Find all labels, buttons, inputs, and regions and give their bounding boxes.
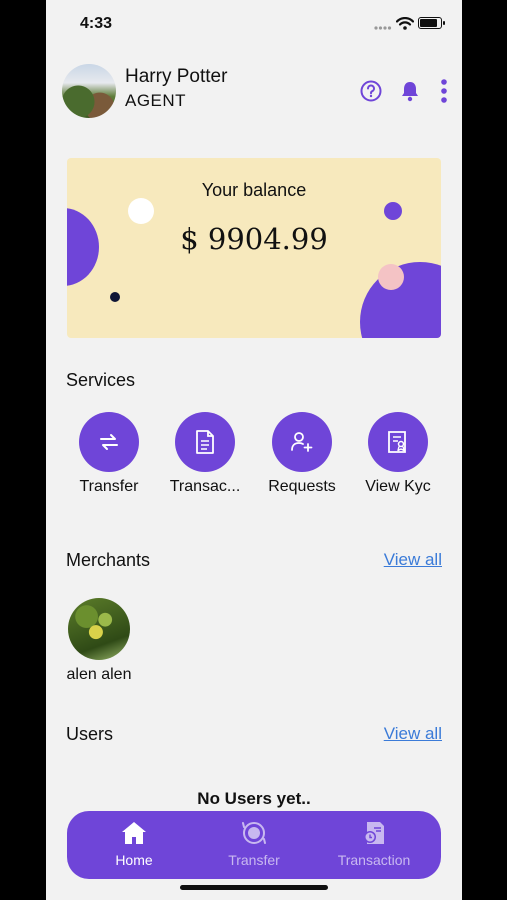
merchants-view-all-link[interactable]: View all bbox=[384, 550, 442, 570]
service-requests[interactable]: Requests bbox=[257, 412, 347, 496]
nav-transfer[interactable]: Transfer bbox=[194, 821, 314, 868]
nav-label: Transaction bbox=[337, 852, 411, 868]
balance-amount: $ 9904.99 bbox=[180, 222, 328, 256]
bell-icon[interactable] bbox=[400, 80, 420, 102]
users-empty-text: No Users yet.. bbox=[197, 789, 311, 808]
home-indicator bbox=[180, 885, 328, 890]
nav-label: Home bbox=[115, 852, 153, 868]
document-icon bbox=[196, 430, 214, 454]
user-role: AGENT bbox=[125, 91, 187, 110]
transfer-arrows-icon bbox=[100, 434, 118, 450]
nav-home[interactable]: Home bbox=[74, 821, 194, 868]
service-label: View Kyc bbox=[365, 478, 431, 495]
signal-icon bbox=[374, 26, 392, 30]
help-icon[interactable] bbox=[360, 80, 382, 102]
avatar[interactable] bbox=[62, 64, 116, 118]
wifi-icon bbox=[396, 17, 414, 30]
merchants-title: Merchants bbox=[66, 550, 151, 570]
transfer-coin-icon bbox=[242, 822, 266, 844]
transfer-button[interactable] bbox=[79, 412, 139, 472]
decor-circle bbox=[384, 202, 402, 220]
transaction-clock-icon bbox=[364, 822, 384, 844]
service-label: Requests bbox=[268, 478, 336, 495]
more-vertical-icon[interactable] bbox=[440, 78, 448, 104]
balance-card: Your balance $ 9904.99 bbox=[67, 158, 441, 338]
battery-icon bbox=[418, 17, 445, 29]
profile-header: Harry Potter AGENT bbox=[62, 64, 448, 120]
status-bar: 4:33 bbox=[46, 0, 462, 50]
service-label: Transac... bbox=[169, 478, 241, 495]
user-add-icon bbox=[291, 432, 313, 452]
merchant-item[interactable]: alen alen bbox=[62, 598, 136, 684]
id-card-icon bbox=[388, 431, 406, 453]
nav-transaction[interactable]: Transaction bbox=[314, 821, 434, 868]
user-name: Harry Potter bbox=[125, 66, 228, 87]
balance-label: Your balance bbox=[201, 180, 307, 200]
app-screen: 4:33 Harry Potter AGENT Your balance $ 9… bbox=[46, 0, 462, 900]
view-kyc-button[interactable] bbox=[368, 412, 428, 472]
service-view-kyc[interactable]: View Kyc bbox=[353, 412, 443, 496]
requests-button[interactable] bbox=[272, 412, 332, 472]
nav-label: Transfer bbox=[228, 852, 280, 868]
service-transfer[interactable]: Transfer bbox=[64, 412, 154, 496]
decor-circle bbox=[110, 292, 120, 302]
transactions-button[interactable] bbox=[175, 412, 235, 472]
status-time: 4:33 bbox=[80, 15, 113, 32]
service-transactions[interactable]: Transac... bbox=[160, 412, 250, 496]
bottom-nav: Home Transfer Transaction bbox=[67, 811, 441, 879]
decor-circle bbox=[378, 264, 404, 290]
service-label: Transfer bbox=[79, 478, 139, 495]
merchant-name: alen alen bbox=[66, 666, 132, 683]
services-title: Services bbox=[66, 370, 136, 390]
decor-circle bbox=[128, 198, 154, 224]
merchant-avatar[interactable] bbox=[68, 598, 130, 660]
users-view-all-link[interactable]: View all bbox=[384, 724, 442, 744]
users-title: Users bbox=[66, 724, 114, 744]
home-icon bbox=[122, 822, 146, 844]
